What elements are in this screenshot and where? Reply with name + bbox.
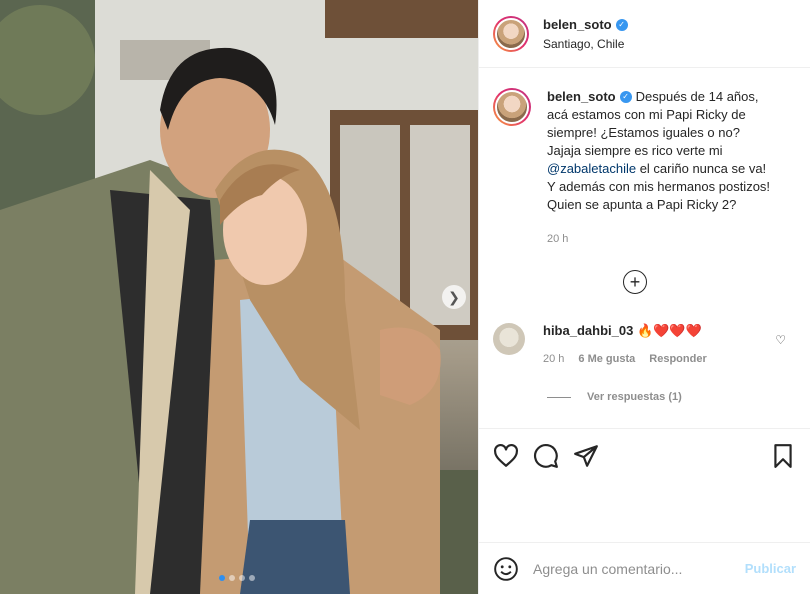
- verified-badge-icon: ✓: [619, 91, 632, 103]
- location-link[interactable]: Santiago, Chile: [543, 37, 628, 51]
- carousel-dots: [219, 575, 255, 581]
- header-username[interactable]: belen_soto: [543, 17, 612, 32]
- post-actions-bar: [479, 428, 810, 482]
- post-photo[interactable]: ❯: [0, 0, 478, 594]
- commenter-username[interactable]: hiba_dahbi_03: [543, 323, 633, 338]
- view-replies-button[interactable]: Ver respuestas (1): [547, 391, 682, 403]
- caption: belen_soto ✓ Después de 14 años, acá est…: [493, 88, 796, 248]
- comment-reply-button[interactable]: Responder: [649, 353, 706, 365]
- post-sidebar: belen_soto ✓ Santiago, Chile belen_soto …: [478, 0, 810, 594]
- load-more-comments-button[interactable]: +: [623, 270, 647, 294]
- header-username-link[interactable]: belen_soto ✓: [543, 17, 628, 32]
- publish-button[interactable]: Publicar: [745, 561, 796, 576]
- carousel-dot: [229, 575, 235, 581]
- carousel-dot: [249, 575, 255, 581]
- post-header: belen_soto ✓ Santiago, Chile: [479, 0, 810, 68]
- carousel-dot: [239, 575, 245, 581]
- comment-like-heart-icon[interactable]: ♡: [775, 333, 786, 347]
- comments-section: belen_soto ✓ Después de 14 años, acá est…: [479, 68, 810, 428]
- add-comment-form: Publicar: [479, 542, 810, 594]
- caption-avatar[interactable]: [493, 88, 531, 126]
- share-paper-plane-icon[interactable]: [573, 443, 599, 469]
- comment-bubble-icon[interactable]: [533, 443, 559, 469]
- emoji-icon[interactable]: [493, 556, 519, 582]
- comment-input[interactable]: [533, 560, 745, 577]
- replies-divider: [547, 396, 571, 398]
- comment-item: hiba_dahbi_03 🔥❤️❤️❤️ 20 h 6 Me gusta Re…: [493, 323, 796, 365]
- caption-username-link[interactable]: belen_soto ✓: [547, 88, 632, 106]
- commenter-avatar[interactable]: [493, 323, 525, 355]
- next-photo-button[interactable]: ❯: [442, 285, 466, 309]
- carousel-dot: [219, 575, 225, 581]
- view-replies-label[interactable]: Ver respuestas (1): [587, 391, 682, 403]
- like-heart-icon[interactable]: [493, 443, 519, 469]
- instagram-post: ❯ belen_soto ✓ Santiago, Chile belen_sot…: [0, 0, 810, 594]
- photo-illustration: [0, 0, 478, 594]
- profile-avatar[interactable]: [493, 15, 529, 52]
- caption-username[interactable]: belen_soto: [547, 88, 616, 106]
- caption-timestamp[interactable]: 20 h: [547, 230, 777, 248]
- caption-mention-link[interactable]: @zabaletachile: [547, 161, 636, 176]
- verified-badge-icon: ✓: [615, 18, 628, 31]
- comment-likes[interactable]: 6 Me gusta: [578, 353, 635, 365]
- save-bookmark-icon[interactable]: [770, 443, 796, 469]
- comment-text: 🔥❤️❤️❤️: [636, 323, 702, 338]
- comment-timestamp[interactable]: 20 h: [543, 353, 564, 365]
